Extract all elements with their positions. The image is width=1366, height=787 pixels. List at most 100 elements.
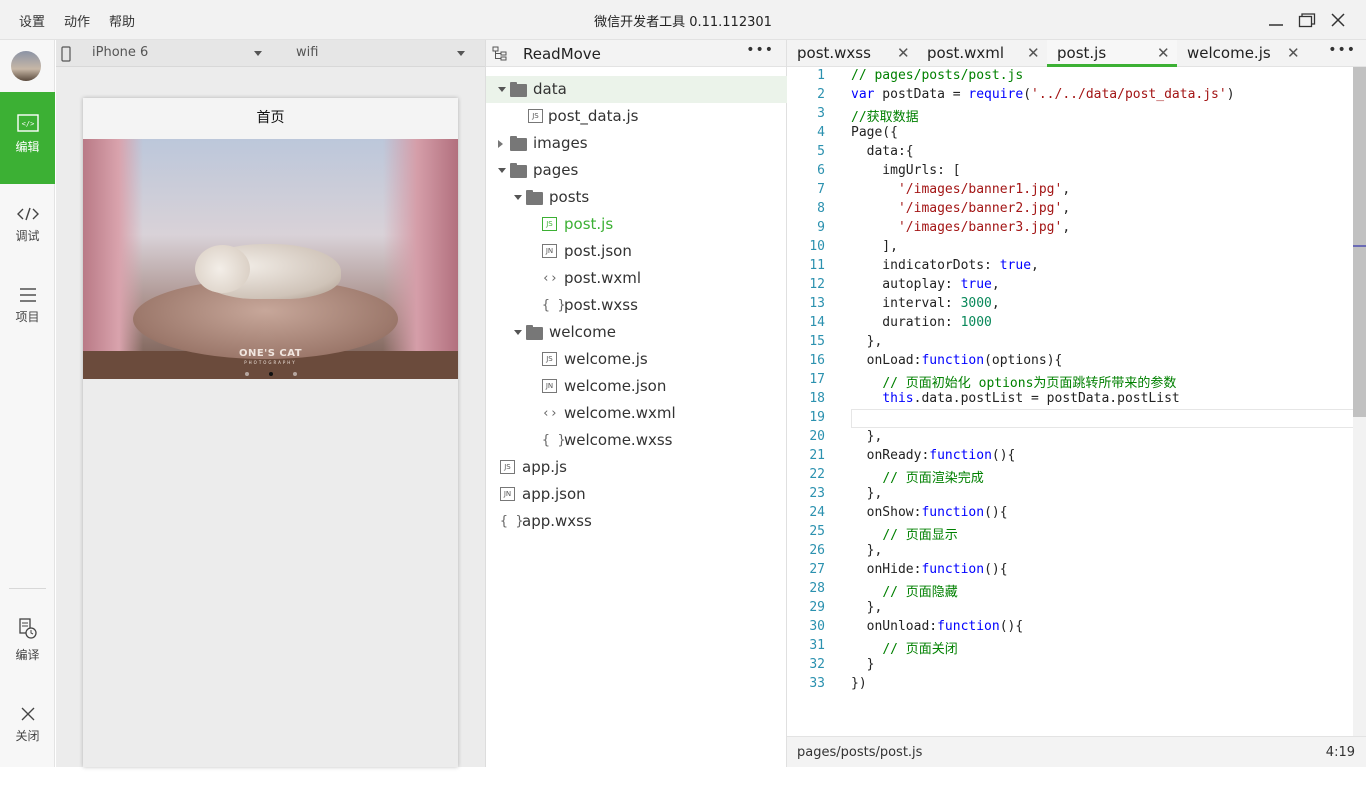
tree-item[interactable]: JN app.json bbox=[486, 481, 787, 508]
maximize-icon[interactable] bbox=[1298, 10, 1316, 30]
code-line[interactable]: data:{ bbox=[851, 144, 914, 159]
tree-item[interactable]: JS post_data.js bbox=[486, 103, 787, 130]
code-line[interactable]: onReady:function(){ bbox=[851, 448, 1016, 463]
tree-item[interactable]: JS post.js bbox=[486, 211, 787, 238]
tab-post-js[interactable]: post.js ✕ bbox=[1047, 40, 1177, 67]
line-number: 17 bbox=[809, 372, 825, 387]
close-tab-icon[interactable]: ✕ bbox=[897, 40, 910, 66]
file-tree-icon[interactable] bbox=[492, 46, 508, 62]
more-icon[interactable]: ••• bbox=[1328, 42, 1356, 58]
minimize-icon[interactable] bbox=[1268, 10, 1284, 30]
line-number: 6 bbox=[817, 163, 825, 178]
tree-item[interactable]: { } welcome.wxss bbox=[486, 427, 787, 454]
code-line[interactable]: }, bbox=[851, 334, 883, 349]
tree-item-label: welcome bbox=[549, 323, 616, 341]
style-file-icon: { } bbox=[542, 433, 566, 448]
code-line[interactable]: onUnload:function(){ bbox=[851, 619, 1024, 634]
avatar[interactable] bbox=[11, 51, 41, 81]
status-cursor-position: 4:19 bbox=[1325, 745, 1355, 760]
scrollbar[interactable] bbox=[1353, 67, 1366, 736]
more-icon[interactable]: ••• bbox=[746, 42, 774, 58]
scrollbar-thumb[interactable] bbox=[1353, 67, 1366, 417]
code-line[interactable]: onShow:function(){ bbox=[851, 505, 1008, 520]
tree-item[interactable]: ‹› welcome.wxml bbox=[486, 400, 787, 427]
tree-item[interactable]: posts bbox=[486, 184, 787, 211]
tree-item[interactable]: JN post.json bbox=[486, 238, 787, 265]
code-line[interactable]: Page({ bbox=[851, 125, 898, 140]
tree-item[interactable]: data bbox=[486, 76, 787, 103]
code-line[interactable]: onLoad:function(options){ bbox=[851, 353, 1063, 368]
code-line[interactable]: } bbox=[851, 657, 875, 672]
code-line[interactable]: indicatorDots: true, bbox=[851, 258, 1039, 273]
device-select[interactable]: iPhone 6 bbox=[92, 45, 148, 60]
tree-item[interactable]: JN welcome.json bbox=[486, 373, 787, 400]
code-line[interactable]: ], bbox=[851, 239, 898, 254]
code-line[interactable]: // 页面关闭 bbox=[851, 638, 957, 657]
code-line[interactable]: var postData = require('../../data/post_… bbox=[851, 87, 1235, 102]
code-line[interactable]: // pages/posts/post.js bbox=[851, 68, 1023, 83]
folder-icon bbox=[526, 325, 543, 340]
tree-item-label: welcome.js bbox=[564, 350, 648, 368]
explorer-header: ReadMove ••• bbox=[486, 40, 786, 67]
tab-label: post.wxss bbox=[797, 44, 871, 62]
tree-item[interactable]: images bbox=[486, 130, 787, 157]
folder-icon bbox=[510, 163, 527, 178]
tree-item-label: data bbox=[533, 80, 567, 98]
code-line[interactable]: }, bbox=[851, 543, 883, 558]
chevron-down-icon[interactable] bbox=[498, 168, 506, 173]
code-line[interactable]: // 页面初始化 options为页面跳转所带来的参数 bbox=[851, 372, 1176, 391]
code-area[interactable]: 1 // pages/posts/post.js 2 var postData = r… bbox=[787, 67, 1365, 736]
code-line[interactable]: imgUrls: [ bbox=[851, 163, 960, 178]
chevron-down-icon[interactable] bbox=[498, 87, 506, 92]
code-line[interactable]: this.data.postList = postData.postList bbox=[851, 391, 1179, 406]
chevron-down-icon[interactable] bbox=[254, 51, 262, 56]
tree-item[interactable]: pages bbox=[486, 157, 787, 184]
chevron-down-icon[interactable] bbox=[514, 330, 522, 335]
code-line[interactable]: onHide:function(){ bbox=[851, 562, 1008, 577]
tab-welcome-js[interactable]: welcome.js ✕ bbox=[1177, 40, 1307, 67]
close-window-icon[interactable] bbox=[1330, 10, 1346, 30]
close-tab-icon[interactable]: ✕ bbox=[1027, 40, 1040, 66]
phone-screen: 首页 ONE'S CAT PHOTOGRAPHY bbox=[83, 98, 458, 767]
tree-item[interactable]: { } app.wxss bbox=[486, 508, 787, 535]
nav-compile-button[interactable]: 编译 bbox=[0, 608, 55, 700]
tree-item[interactable]: { } post.wxss bbox=[486, 292, 787, 319]
indicator-dot[interactable] bbox=[244, 372, 249, 376]
nav-project-button[interactable]: 项目 bbox=[0, 276, 55, 368]
nav-debug-button[interactable]: 调试 bbox=[0, 195, 55, 287]
code-line[interactable]: '/images/banner3.jpg', bbox=[851, 220, 1070, 235]
tab-post-wxml[interactable]: post.wxml ✕ bbox=[917, 40, 1047, 67]
tree-item[interactable]: JS app.js bbox=[486, 454, 787, 481]
phone-icon[interactable] bbox=[61, 46, 71, 62]
tab-post-wxss[interactable]: post.wxss ✕ bbox=[787, 40, 917, 67]
banner-swiper[interactable]: ONE'S CAT PHOTOGRAPHY bbox=[83, 139, 458, 379]
code-line[interactable]: '/images/banner2.jpg', bbox=[851, 201, 1070, 216]
nav-close-button[interactable]: 关闭 bbox=[0, 695, 55, 787]
code-line[interactable]: }, bbox=[851, 600, 883, 615]
indicator-dot-active[interactable] bbox=[268, 372, 273, 376]
chevron-right-icon[interactable] bbox=[498, 140, 503, 148]
tree-item[interactable]: ‹› post.wxml bbox=[486, 265, 787, 292]
code-line[interactable]: //获取数据 bbox=[851, 106, 919, 125]
indicator-dot[interactable] bbox=[292, 372, 297, 376]
code-line[interactable]: // 页面隐藏 bbox=[851, 581, 957, 600]
nav-edit-button[interactable]: </> 编辑 bbox=[0, 92, 55, 184]
code-line[interactable]: }, bbox=[851, 429, 883, 444]
title-bar: 设置 动作 帮助 微信开发者工具 0.11.112301 bbox=[0, 0, 1366, 40]
code-line[interactable]: }, bbox=[851, 486, 883, 501]
json-file-icon: JN bbox=[500, 487, 515, 501]
code-line[interactable]: duration: 1000 bbox=[851, 315, 992, 330]
code-line[interactable]: '/images/banner1.jpg', bbox=[851, 182, 1070, 197]
code-line[interactable]: // 页面显示 bbox=[851, 524, 957, 543]
tree-item[interactable]: welcome bbox=[486, 319, 787, 346]
code-line[interactable]: autoplay: true, bbox=[851, 277, 999, 292]
code-line[interactable]: }) bbox=[851, 676, 867, 691]
close-tab-icon[interactable]: ✕ bbox=[1157, 40, 1170, 66]
close-tab-icon[interactable]: ✕ bbox=[1287, 40, 1300, 66]
tree-item[interactable]: JS welcome.js bbox=[486, 346, 787, 373]
chevron-down-icon[interactable] bbox=[514, 195, 522, 200]
chevron-down-icon[interactable] bbox=[457, 51, 465, 56]
code-line[interactable]: // 页面渲染完成 bbox=[851, 467, 983, 486]
network-select[interactable]: wifi bbox=[296, 45, 318, 60]
code-line[interactable]: interval: 3000, bbox=[851, 296, 999, 311]
